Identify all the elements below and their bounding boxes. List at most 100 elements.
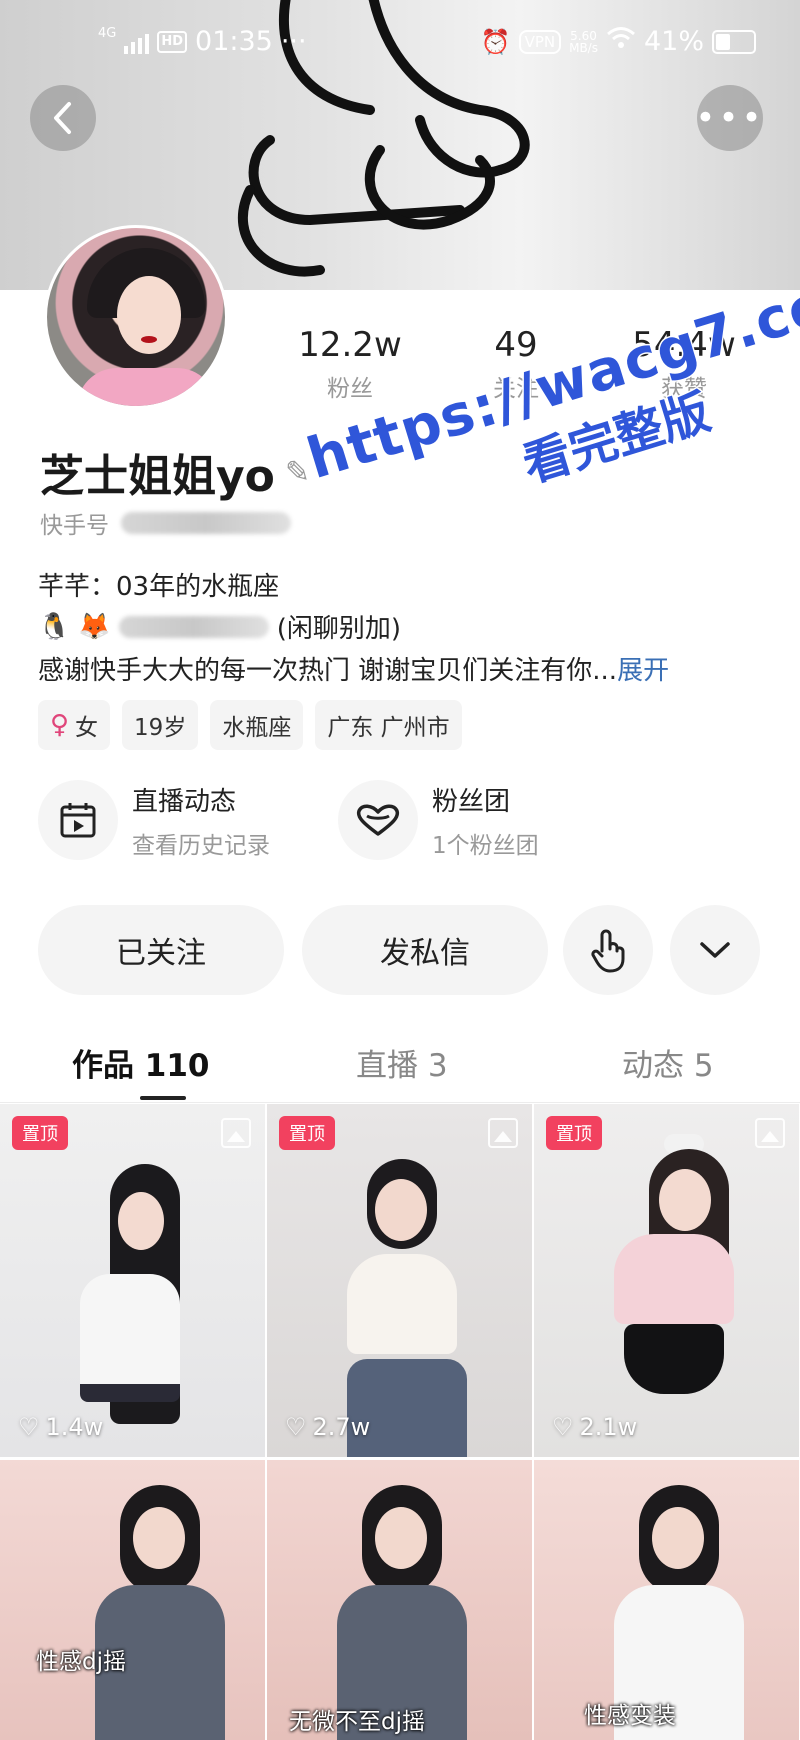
fox-icon: 🦊 <box>78 611 111 642</box>
stat-following[interactable]: 49 关注 <box>426 325 606 403</box>
tag-label: 女 <box>75 715 99 741</box>
card-subtitle: 1个粉丝团 <box>432 832 539 859</box>
stat-value: 12.2w <box>298 325 402 365</box>
bio-text: 感谢快手大大的每一次热门 谢谢宝贝们关注有你... <box>38 656 618 686</box>
avatar[interactable] <box>44 225 228 409</box>
followed-button[interactable]: 已关注 <box>38 905 284 995</box>
bio-contact-note: (闲聊别加) <box>276 614 402 644</box>
like-count: ♡ 2.7w <box>285 1413 370 1441</box>
tab-works[interactable]: 作品 110 <box>72 1040 210 1085</box>
chevron-left-icon <box>54 102 71 134</box>
watermark: https://wacg7.com 看完整版 <box>298 253 800 556</box>
stat-fans[interactable]: 12.2w 粉丝 <box>260 325 440 403</box>
stat-value: 49 <box>494 325 538 365</box>
status-bar: 4G HD 01:35 ··· ⏰ VPN 5.60 MB/s 41% <box>0 0 800 90</box>
heart-outline-icon: ♡ <box>285 1413 307 1441</box>
fan-club-card[interactable]: 粉丝团 1个粉丝团 <box>338 780 539 860</box>
like-value: 2.1w <box>579 1413 638 1441</box>
edit-pencil-icon[interactable]: ✎ <box>285 455 310 490</box>
profile-name: 芝士姐姐yo <box>40 451 275 502</box>
image-icon <box>488 1118 518 1148</box>
more-button[interactable]: ••• <box>695 85 765 151</box>
video-thumbnail[interactable]: 性感变装 <box>534 1460 799 1740</box>
vpn-badge: VPN <box>518 29 562 54</box>
heart-icon <box>338 780 418 860</box>
stat-label: 关注 <box>493 376 539 402</box>
video-thumbnail[interactable]: 性感dj摇 <box>0 1460 265 1740</box>
works-grid: 置顶 ♡ 1.4w 置顶 ♡ 2.7w 置顶 ♡ 2.1w 性感dj摇 无微不至… <box>0 1104 800 1740</box>
kuaishou-id-label: 快手号 <box>40 513 109 539</box>
status-time: 01:35 <box>195 26 273 57</box>
hd-badge: HD <box>157 30 188 53</box>
bio-expand-link[interactable]: 展开 <box>617 656 669 686</box>
kuaishou-id-redacted <box>121 512 291 534</box>
gesture-button[interactable] <box>563 905 653 995</box>
tag-label: 19岁 <box>134 715 187 741</box>
like-count: ♡ 1.4w <box>18 1413 103 1441</box>
tab-moments[interactable]: 动态 5 <box>622 1040 714 1085</box>
send-message-button[interactable]: 发私信 <box>302 905 548 995</box>
bio-line: 感谢快手大大的每一次热门 谢谢宝贝们关注有你...展开 <box>38 650 669 687</box>
profile-name-row: 芝士姐姐yo ✎ <box>40 440 310 504</box>
card-subtitle: 查看历史记录 <box>132 832 270 859</box>
video-caption: 性感dj摇 <box>36 1649 126 1675</box>
active-tab-indicator <box>140 1096 186 1100</box>
video-thumbnail[interactable]: 置顶 ♡ 1.4w <box>0 1104 265 1457</box>
network-type: 4G <box>98 26 117 41</box>
more-horizontal-icon: ••• <box>695 98 765 138</box>
tag-label: 水瓶座 <box>222 715 292 741</box>
pinned-badge: 置顶 <box>279 1116 335 1150</box>
stat-likes[interactable]: 54.4w 获赞 <box>594 325 774 403</box>
battery-icon <box>712 29 756 54</box>
card-title: 粉丝团 <box>432 786 511 817</box>
speed-unit: MB/s <box>569 40 598 55</box>
video-caption: 性感变装 <box>584 1703 676 1729</box>
like-value: 2.7w <box>312 1413 371 1441</box>
chevron-down-icon <box>700 942 730 958</box>
hand-tap-icon <box>591 929 625 973</box>
tag-location[interactable]: 广东 广州市 <box>315 700 462 750</box>
image-icon <box>755 1118 785 1148</box>
expand-button[interactable] <box>670 905 760 995</box>
video-caption: 无微不至dj摇 <box>289 1709 425 1735</box>
signal-icon <box>124 30 150 54</box>
tag-age: 19岁 <box>122 700 199 750</box>
stat-label: 粉丝 <box>327 376 373 402</box>
wifi-icon <box>606 26 636 57</box>
female-icon: ♀ <box>50 710 70 740</box>
tab-divider <box>0 1102 800 1103</box>
status-dots: ··· <box>280 26 307 57</box>
bio-line: 芊芊：03年的水瓶座 <box>38 572 280 602</box>
network-speed: 5.60 MB/s <box>569 30 598 54</box>
stat-value: 54.4w <box>632 325 736 365</box>
feature-cards: 直播动态 查看历史记录 粉丝团 1个粉丝团 <box>38 780 758 860</box>
tag-gender: ♀ 女 <box>38 700 111 750</box>
video-thumbnail[interactable]: 置顶 ♡ 2.7w <box>267 1104 532 1457</box>
card-title: 直播动态 <box>132 786 237 817</box>
tag-label: 广东 广州市 <box>327 715 450 741</box>
contact-redacted <box>118 615 269 638</box>
bio-contact-line: 🐧 🦊 (闲聊别加) <box>38 608 401 645</box>
tab-live[interactable]: 直播 3 <box>356 1040 448 1085</box>
heart-outline-icon: ♡ <box>552 1413 574 1441</box>
video-thumbnail[interactable]: 无微不至dj摇 <box>267 1460 532 1740</box>
pinned-badge: 置顶 <box>546 1116 602 1150</box>
stat-label: 获赞 <box>661 376 707 402</box>
kuaishou-id-row[interactable]: 快手号 <box>40 506 291 540</box>
live-history-card[interactable]: 直播动态 查看历史记录 <box>38 780 270 860</box>
tag-zodiac: 水瓶座 <box>210 700 304 750</box>
content-tabs: 作品 110 直播 3 动态 5 <box>0 1040 800 1100</box>
alarm-icon: ⏰ <box>480 27 511 56</box>
like-value: 1.4w <box>45 1413 104 1441</box>
video-thumbnail[interactable]: 置顶 ♡ 2.1w <box>534 1104 799 1457</box>
profile-actions: 已关注 发私信 <box>38 905 762 995</box>
calendar-play-icon <box>38 780 118 860</box>
image-icon <box>221 1118 251 1148</box>
back-button[interactable] <box>30 85 96 151</box>
like-count: ♡ 2.1w <box>552 1413 637 1441</box>
penguin-icon: 🐧 <box>38 611 71 642</box>
battery-percent: 41% <box>643 26 704 57</box>
pinned-badge: 置顶 <box>12 1116 68 1150</box>
heart-outline-icon: ♡ <box>18 1413 40 1441</box>
profile-tags: ♀ 女 19岁 水瓶座 广东 广州市 <box>38 700 462 750</box>
